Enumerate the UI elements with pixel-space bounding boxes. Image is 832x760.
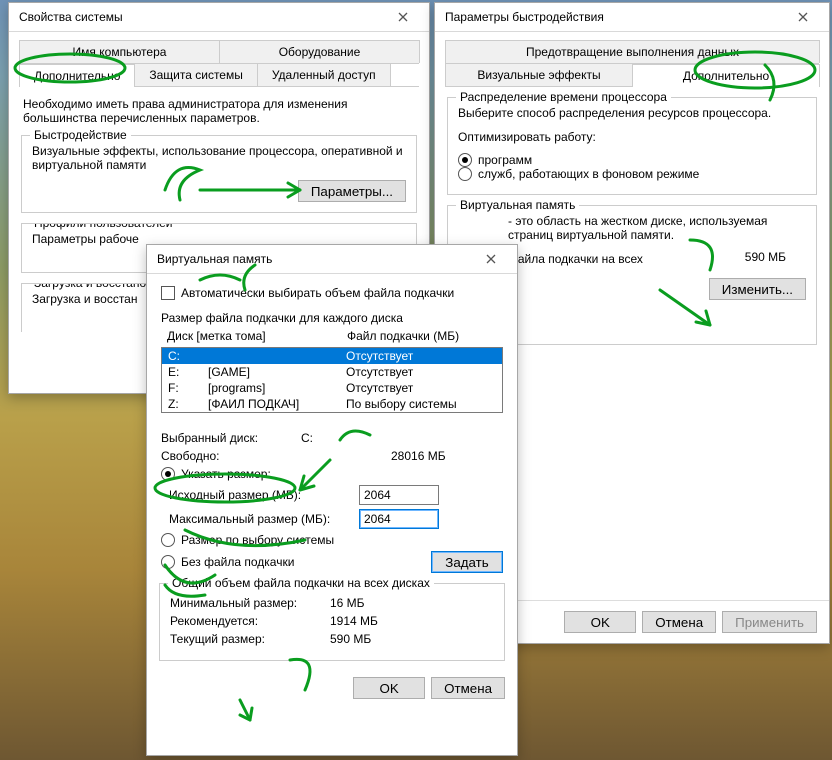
group-legend: Быстродействие: [30, 128, 131, 142]
window-title: Виртуальная память: [157, 252, 272, 266]
auto-manage-checkbox[interactable]: Автоматически выбирать объем файла подка…: [161, 286, 454, 300]
checkbox-label: Автоматически выбирать объем файла подка…: [181, 286, 454, 300]
tab-hardware[interactable]: Оборудование: [219, 40, 420, 63]
min-value: 16 МБ: [330, 596, 365, 610]
virtual-memory-window: Виртуальная память Автоматически выбират…: [146, 244, 518, 756]
change-vm-button[interactable]: Изменить...: [709, 278, 806, 300]
tabstrip-row2: Визуальные эффекты Дополнительно: [445, 63, 819, 87]
performance-settings-button[interactable]: Параметры...: [298, 180, 406, 202]
ok-button[interactable]: OK: [353, 677, 425, 699]
radio-services[interactable]: служб, работающих в фоновом режиме: [458, 167, 699, 181]
tabstrip-row2: Дополнительно Защита системы Удаленный д…: [19, 63, 419, 87]
group-legend: Виртуальная память: [456, 198, 579, 212]
titlebar: Свойства системы: [9, 3, 429, 32]
initial-size-input[interactable]: 2064: [359, 485, 439, 505]
optimize-label: Оптимизировать работу:: [458, 130, 806, 144]
titlebar: Параметры быстродействия: [435, 3, 829, 32]
sched-text: Выберите способ распределения ресурсов п…: [458, 106, 806, 120]
free-label: Свободно:: [161, 449, 301, 463]
vm-text: страниц виртуальной памяти.: [508, 228, 674, 242]
drive-row[interactable]: Z:[ФАИЛ ПОДКАЧ]По выбору системы: [162, 396, 502, 412]
performance-group: Быстродействие Визуальные эффекты, испол…: [21, 135, 417, 213]
tabstrip-row1: Имя компьютера Оборудование: [19, 40, 419, 64]
list-header-drive: Диск [метка тома]: [167, 329, 347, 343]
cur-value: 590 МБ: [330, 632, 371, 646]
drive-row[interactable]: C:Отсутствует: [162, 348, 502, 364]
close-icon[interactable]: [783, 7, 823, 27]
intro-text: Необходимо иметь права администратора дл…: [9, 87, 429, 125]
drive-listbox[interactable]: C:ОтсутствуетE:[GAME]ОтсутствуетF:[progr…: [161, 347, 503, 413]
max-size-input[interactable]: 2064: [359, 509, 439, 529]
rec-value: 1914 МБ: [330, 614, 378, 628]
tab-dep[interactable]: Предотвращение выполнения данных: [445, 40, 820, 63]
titlebar: Виртуальная память: [147, 245, 517, 274]
cancel-button[interactable]: Отмена: [431, 677, 505, 699]
tab-visual-effects[interactable]: Визуальные эффекты: [445, 63, 633, 86]
cur-label: Текущий размер:: [170, 632, 330, 646]
group-legend: Распределение времени процессора: [456, 90, 671, 104]
close-icon[interactable]: [471, 249, 511, 269]
tab-remote[interactable]: Удаленный доступ: [257, 63, 391, 86]
group-legend: Профили пользователей: [30, 223, 176, 230]
radio-no-paging[interactable]: Без файла подкачки: [161, 555, 294, 569]
tab-computer-name[interactable]: Имя компьютера: [19, 40, 220, 63]
selected-drive-value: C:: [301, 431, 313, 445]
initial-size-label: Исходный размер (МБ):: [161, 488, 359, 502]
radio-custom-size[interactable]: Указать размер:: [161, 467, 271, 481]
radio-label: Без файла подкачки: [181, 555, 294, 569]
tabstrip-row1: Предотвращение выполнения данных: [445, 40, 819, 64]
total-group: Общий объем файла подкачки на всех диска…: [159, 583, 505, 661]
radio-label: Указать размер:: [181, 467, 271, 481]
cancel-button[interactable]: Отмена: [642, 611, 716, 633]
list-legend: Размер файла подкачки для каждого диска: [161, 311, 503, 325]
ok-button[interactable]: OK: [564, 611, 636, 633]
group-legend: Общий объем файла подкачки на всех диска…: [168, 576, 434, 590]
free-value: 28016 МБ: [391, 449, 446, 463]
vm-text: - это область на жестком диске, использу…: [508, 214, 767, 228]
vm-total-label: файла подкачки на всех: [508, 252, 643, 266]
performance-text: Визуальные эффекты, использование процес…: [32, 144, 406, 172]
max-size-label: Максимальный размер (МБ):: [161, 512, 359, 526]
selected-drive-label: Выбранный диск:: [161, 431, 301, 445]
drive-row[interactable]: E:[GAME]Отсутствует: [162, 364, 502, 380]
radio-programs[interactable]: программ: [458, 153, 532, 167]
radio-label: Размер по выбору системы: [181, 533, 334, 547]
scheduling-group: Распределение времени процессора Выберит…: [447, 97, 817, 195]
rec-label: Рекомендуется:: [170, 614, 330, 628]
tab-advanced[interactable]: Дополнительно: [632, 64, 820, 87]
list-header-pf: Файл подкачки (МБ): [347, 329, 497, 343]
close-icon[interactable]: [383, 7, 423, 27]
radio-label: служб, работающих в фоновом режиме: [478, 167, 699, 181]
set-button[interactable]: Задать: [431, 551, 503, 573]
min-label: Минимальный размер:: [170, 596, 330, 610]
drive-row[interactable]: F:[programs]Отсутствует: [162, 380, 502, 396]
tab-advanced[interactable]: Дополнительно: [19, 64, 135, 87]
tab-system-protection[interactable]: Защита системы: [134, 63, 257, 86]
radio-system-managed[interactable]: Размер по выбору системы: [161, 533, 334, 547]
apply-button[interactable]: Применить: [722, 611, 817, 633]
window-title: Свойства системы: [19, 10, 123, 24]
window-title: Параметры быстродействия: [445, 10, 604, 24]
radio-label: программ: [478, 153, 532, 167]
